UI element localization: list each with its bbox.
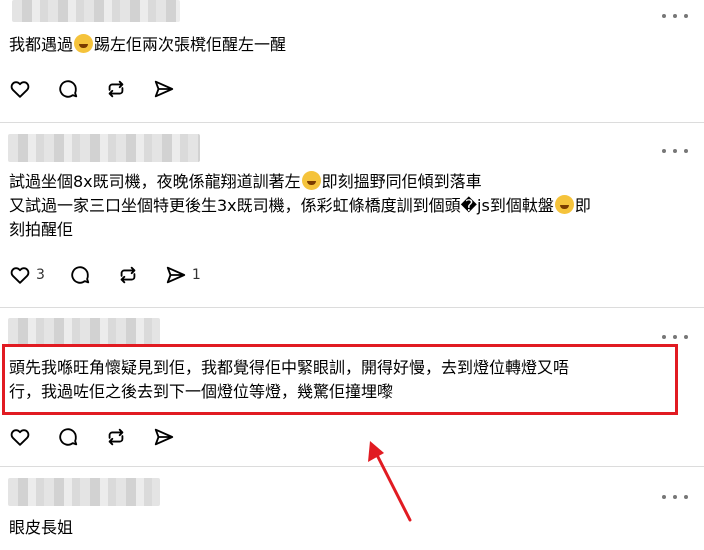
share-icon: [166, 266, 186, 284]
emoji-icon: [301, 171, 321, 190]
heart-icon: [10, 267, 30, 284]
divider: [0, 307, 704, 308]
post-actions: 3 1: [9, 263, 213, 287]
post-actions: [9, 425, 201, 449]
username-blurred: [12, 0, 180, 22]
share-icon: [154, 80, 174, 98]
repost-icon: [120, 266, 136, 284]
like-button[interactable]: [9, 426, 31, 448]
more-options-icon[interactable]: [662, 148, 688, 154]
comment-icon: [59, 80, 78, 98]
username-blurred: [8, 478, 160, 506]
more-options-icon[interactable]: [662, 334, 688, 340]
more-options-icon[interactable]: [662, 494, 688, 500]
comment-icon: [71, 266, 90, 284]
post-actions: [9, 77, 201, 101]
post-text: 我都遇過 踢左佢兩次張櫈佢醒左一醒: [9, 34, 287, 54]
repost-button[interactable]: [117, 264, 139, 286]
divider: [0, 466, 704, 467]
like-count: 3: [36, 267, 45, 283]
like-button[interactable]: 3: [9, 264, 45, 286]
emoji-icon: [74, 34, 94, 53]
divider: [0, 122, 704, 123]
comment-button[interactable]: [69, 264, 91, 286]
share-button[interactable]: [153, 78, 175, 100]
emoji-icon: [554, 195, 574, 214]
comment-icon: [59, 428, 78, 446]
comment-button[interactable]: [57, 78, 79, 100]
comment-button[interactable]: [57, 426, 79, 448]
like-button[interactable]: [9, 78, 31, 100]
heart-icon: [10, 429, 30, 446]
repost-button[interactable]: [105, 426, 127, 448]
post-text: 試過坐個8x既司機，夜晚係龍翔道訓著左 即刻搵野同佢傾到落車 又試過一家三口坐個特…: [9, 171, 591, 239]
share-button[interactable]: 1: [165, 264, 201, 286]
highlight-box: [2, 344, 678, 415]
heart-icon: [10, 81, 30, 98]
more-options-icon[interactable]: [662, 13, 688, 19]
repost-icon: [108, 428, 124, 446]
repost-count: 1: [191, 267, 201, 283]
username-blurred: [8, 318, 160, 346]
share-button[interactable]: [153, 426, 175, 448]
share-icon: [154, 428, 174, 446]
post-text: 眼皮長姐: [9, 518, 74, 537]
repost-icon: [108, 80, 124, 98]
repost-button[interactable]: [105, 78, 127, 100]
username-blurred: [8, 134, 200, 162]
